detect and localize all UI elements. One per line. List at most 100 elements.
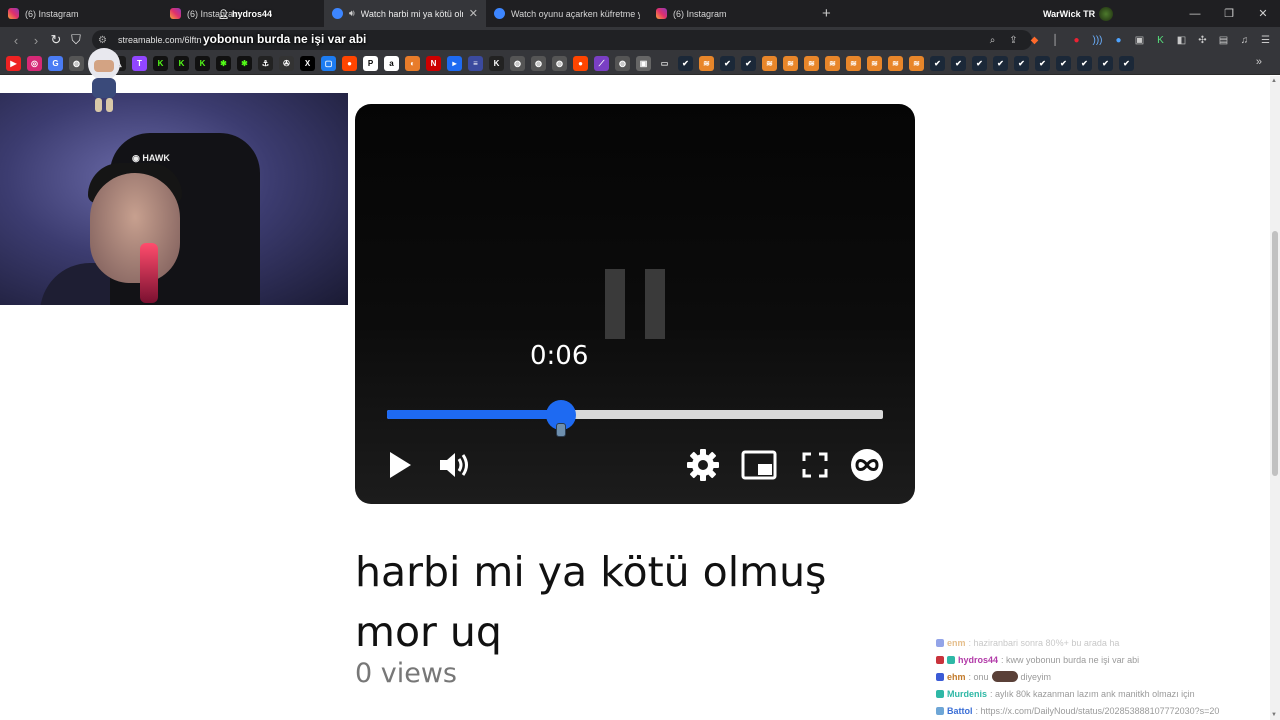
scrollbar-thumb[interactable] bbox=[1272, 231, 1278, 476]
amazon-bookmark-icon[interactable]: a bbox=[384, 56, 399, 71]
more-bookmarks-icon[interactable]: » bbox=[1256, 56, 1262, 68]
picture-in-picture-button[interactable] bbox=[739, 447, 779, 483]
steam-bookmark-icon[interactable]: ✔ bbox=[741, 56, 756, 71]
g2a-bookmark-icon[interactable]: ≋ bbox=[909, 56, 924, 71]
g2a-bookmark-icon[interactable]: ≋ bbox=[825, 56, 840, 71]
steam-bookmark-icon[interactable]: ✔ bbox=[1014, 56, 1029, 71]
extension-k-icon[interactable]: K bbox=[1152, 32, 1169, 49]
site-bookmark-icon[interactable]: ◍ bbox=[510, 56, 525, 71]
streamable-bookmark-icon[interactable]: ▸ bbox=[447, 56, 462, 71]
steam-bookmark-icon[interactable]: ✔ bbox=[1119, 56, 1134, 71]
fullscreen-button[interactable] bbox=[797, 447, 833, 483]
kick-bookmark-icon[interactable]: K bbox=[174, 56, 189, 71]
chat-username: enm bbox=[947, 637, 966, 648]
reddit-bookmark-icon[interactable]: ● bbox=[573, 56, 588, 71]
scroll-up-icon[interactable]: ▲ bbox=[1271, 78, 1277, 84]
page-scrollbar[interactable]: ▲ ▼ bbox=[1270, 76, 1280, 720]
steam-bookmark-icon[interactable]: ✔ bbox=[1098, 56, 1113, 71]
twitch-bookmark-icon[interactable]: T bbox=[132, 56, 147, 71]
kick-bookmark-icon[interactable]: ✱ bbox=[237, 56, 252, 71]
g2a-bookmark-icon[interactable]: ≋ bbox=[867, 56, 882, 71]
site-bookmark-icon[interactable]: ⟋ bbox=[594, 56, 609, 71]
g2a-bookmark-icon[interactable]: ≋ bbox=[762, 56, 777, 71]
extensions-puzzle-icon[interactable]: ✣ bbox=[1194, 32, 1211, 49]
progress-bar[interactable] bbox=[387, 400, 883, 437]
chat-badge-icon bbox=[936, 706, 944, 715]
folder-bookmark-icon[interactable]: ▭ bbox=[657, 56, 672, 71]
tab-instagram-1[interactable]: (6) Instagram bbox=[0, 0, 162, 27]
site-bookmark-icon[interactable]: ◍ bbox=[615, 56, 630, 71]
url-text: streamable.com/6lftn bbox=[118, 35, 202, 45]
streamable-logo-button[interactable] bbox=[849, 447, 885, 483]
site-bookmark-icon[interactable]: ▢ bbox=[321, 56, 336, 71]
chat-badge-icon bbox=[936, 689, 944, 698]
tab-title: (6) Instagram bbox=[673, 8, 727, 19]
speaker-icon[interactable]: 🔊︎ bbox=[349, 8, 355, 19]
site-bookmark-icon[interactable]: ≡ bbox=[468, 56, 483, 71]
user-icon: 👤︎ bbox=[218, 9, 230, 19]
p-bookmark-icon[interactable]: P bbox=[363, 56, 378, 71]
site-bookmark-icon[interactable]: ▣ bbox=[636, 56, 651, 71]
tab-streamable-active[interactable]: 🔊︎ Watch harbi mi ya kötü olmuş ✕ bbox=[324, 0, 486, 27]
menu-icon[interactable]: ☰ bbox=[1257, 32, 1274, 49]
reload-button[interactable]: ↻ bbox=[46, 30, 66, 50]
new-tab-button[interactable]: + bbox=[810, 5, 843, 22]
media-control-icon[interactable]: ♫ bbox=[1236, 32, 1253, 49]
extension-red-icon[interactable]: ● bbox=[1068, 32, 1085, 49]
steam-bookmark-icon[interactable]: ✔ bbox=[1035, 56, 1050, 71]
instagram-bookmark-icon[interactable]: ◎ bbox=[27, 56, 42, 71]
steam-bookmark-icon[interactable]: ✔ bbox=[951, 56, 966, 71]
site-bookmark-icon[interactable]: ◍ bbox=[531, 56, 546, 71]
extension-wave-icon[interactable]: ))) bbox=[1089, 32, 1106, 49]
steam-bookmark-icon[interactable]: ✔ bbox=[720, 56, 735, 71]
steam-bookmark-icon[interactable]: ✔ bbox=[1077, 56, 1092, 71]
zoom-icon[interactable]: ⌕ bbox=[984, 32, 1001, 49]
kick-bookmark-icon[interactable]: K bbox=[153, 56, 168, 71]
chat-emote bbox=[991, 671, 1018, 682]
streamable-icon bbox=[494, 8, 505, 19]
site-bookmark-icon[interactable]: ◐ bbox=[405, 56, 420, 71]
g2a-bookmark-icon[interactable]: ≋ bbox=[783, 56, 798, 71]
steam-bookmark-icon[interactable]: ✔ bbox=[1056, 56, 1071, 71]
g2a-bookmark-icon[interactable]: ≋ bbox=[699, 56, 714, 71]
profile-name: WarWick TR bbox=[1043, 9, 1096, 19]
close-window-icon[interactable]: ✕ bbox=[1246, 0, 1280, 27]
extension-grey-icon[interactable]: ◧ bbox=[1173, 32, 1190, 49]
steam-bookmark-icon[interactable]: ✔ bbox=[678, 56, 693, 71]
profile-label[interactable]: WarWick TR bbox=[1043, 7, 1114, 21]
site-bookmark-icon[interactable]: ✇ bbox=[279, 56, 294, 71]
steam-bookmark-icon[interactable]: ✔ bbox=[993, 56, 1008, 71]
reddit-bookmark-icon[interactable]: ● bbox=[342, 56, 357, 71]
sidebar-icon[interactable]: ▤ bbox=[1215, 32, 1232, 49]
g2a-bookmark-icon[interactable]: ≋ bbox=[846, 56, 861, 71]
k-bookmark-icon[interactable]: K bbox=[489, 56, 504, 71]
g2a-bookmark-icon[interactable]: ≋ bbox=[804, 56, 819, 71]
close-tab-icon[interactable]: ✕ bbox=[469, 7, 478, 20]
anchor-bookmark-icon[interactable]: ⚓︎ bbox=[258, 56, 273, 71]
translate-bookmark-icon[interactable]: G bbox=[48, 56, 63, 71]
brave-shield-icon[interactable]: ◆ bbox=[1026, 32, 1043, 49]
volume-button[interactable] bbox=[437, 447, 473, 483]
netflix-bookmark-icon[interactable]: N bbox=[426, 56, 441, 71]
forward-button[interactable]: › bbox=[26, 30, 46, 50]
kick-bookmark-icon[interactable]: ✱ bbox=[216, 56, 231, 71]
site-bookmark-icon[interactable]: ◍ bbox=[552, 56, 567, 71]
minimize-icon[interactable]: — bbox=[1178, 0, 1212, 27]
play-button[interactable] bbox=[385, 447, 415, 483]
tab-title: Watch oyunu açarken küfretme ya | S bbox=[511, 8, 640, 19]
back-button[interactable]: ‹ bbox=[6, 30, 26, 50]
steam-bookmark-icon[interactable]: ✔ bbox=[930, 56, 945, 71]
tab-instagram-3[interactable]: (6) Instagram bbox=[648, 0, 810, 27]
x-bookmark-icon[interactable]: X bbox=[300, 56, 315, 71]
steam-bookmark-icon[interactable]: ✔ bbox=[972, 56, 987, 71]
video-player[interactable]: 0:06 bbox=[355, 104, 915, 504]
kick-bookmark-icon[interactable]: K bbox=[195, 56, 210, 71]
youtube-bookmark-icon[interactable]: ▶ bbox=[6, 56, 21, 71]
extension-window-icon[interactable]: ▣ bbox=[1131, 32, 1148, 49]
restore-icon[interactable]: ❐ bbox=[1212, 0, 1246, 27]
g2a-bookmark-icon[interactable]: ≋ bbox=[888, 56, 903, 71]
tab-streamable-2[interactable]: Watch oyunu açarken küfretme ya | S bbox=[486, 0, 648, 27]
settings-button[interactable] bbox=[683, 447, 723, 483]
share-icon[interactable]: ⇪ bbox=[1005, 32, 1022, 49]
extension-blue-icon[interactable]: ● bbox=[1110, 32, 1127, 49]
